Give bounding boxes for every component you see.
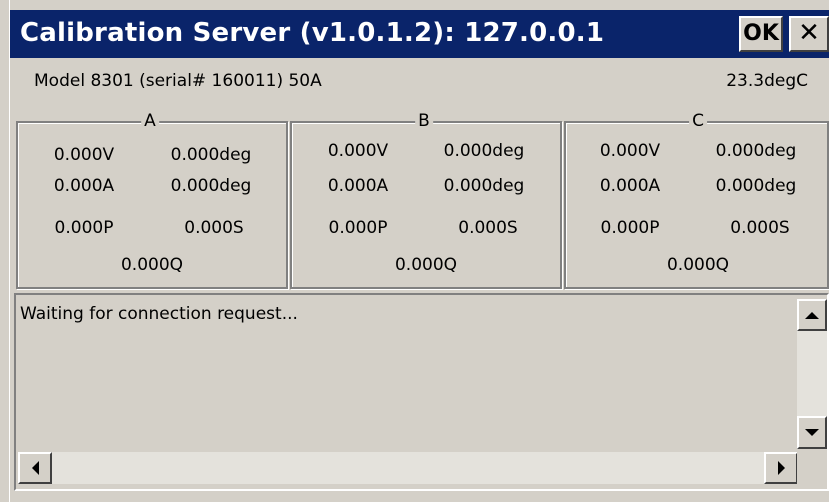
scroll-left-button[interactable]	[18, 452, 52, 484]
scroll-right-arrow-icon	[777, 461, 785, 475]
scroll-down-button[interactable]	[797, 416, 827, 449]
scroll-right-button[interactable]	[764, 452, 798, 484]
phase-a-label: A	[141, 111, 159, 131]
window-title: Calibration Server (v1.0.1.2): 127.0.0.1	[20, 18, 605, 48]
ok-button[interactable]: OK	[739, 16, 783, 52]
phase-a-current-angle: 0.000deg	[170, 176, 252, 196]
phase-c-power-p: 0.000P	[600, 218, 660, 238]
temperature-label: 23.3degC	[726, 71, 808, 91]
phase-b-current: 0.000A	[327, 176, 389, 196]
phase-c-power-q: 0.000Q	[666, 255, 730, 275]
scroll-up-arrow-icon	[805, 311, 819, 319]
scroll-up-button[interactable]	[797, 299, 827, 331]
phase-a-power-q: 0.000Q	[120, 255, 184, 275]
log-message: Waiting for connection request...	[20, 304, 298, 324]
phase-a-voltage-angle: 0.000deg	[170, 145, 252, 165]
phase-b-voltage-angle: 0.000deg	[443, 141, 525, 161]
window-left-frame	[0, 0, 10, 502]
model-label: Model 8301 (serial# 160011) 50A	[34, 71, 322, 91]
phase-b-label: B	[415, 111, 433, 131]
device-info-row: Model 8301 (serial# 160011) 50A 23.3degC	[10, 58, 829, 108]
phase-b-current-angle: 0.000deg	[443, 176, 525, 196]
log-textarea[interactable]: Waiting for connection request...	[14, 293, 829, 491]
phase-b-group: B 0.000V 0.000deg 0.000A 0.000deg 0.000P…	[290, 111, 562, 289]
phase-b-power-p: 0.000P	[328, 218, 388, 238]
phase-a-power-s: 0.000S	[184, 218, 244, 238]
vertical-scrollbar[interactable]	[797, 299, 827, 449]
phase-a-power-p: 0.000P	[54, 218, 114, 238]
phase-c-current-angle: 0.000deg	[715, 176, 797, 196]
scroll-left-arrow-icon	[31, 461, 39, 475]
scroll-corner	[797, 452, 827, 484]
phase-b-power-q: 0.000Q	[394, 255, 458, 275]
phase-c-group: C 0.000V 0.000deg 0.000A 0.000deg 0.000P…	[564, 111, 829, 289]
scroll-down-arrow-icon	[805, 429, 819, 436]
phase-b-power-s: 0.000S	[458, 218, 518, 238]
phase-a-voltage: 0.000V	[53, 145, 115, 165]
phase-c-current: 0.000A	[599, 176, 661, 196]
phase-b-voltage: 0.000V	[327, 141, 389, 161]
phase-c-label: C	[689, 111, 707, 131]
horizontal-scrollbar[interactable]	[18, 452, 798, 484]
close-button[interactable]: ✕	[789, 16, 829, 52]
phase-c-voltage-angle: 0.000deg	[715, 141, 797, 161]
calibration-server-window: Calibration Server (v1.0.1.2): 127.0.0.1…	[0, 0, 829, 502]
title-bar[interactable]: Calibration Server (v1.0.1.2): 127.0.0.1…	[10, 10, 829, 58]
phase-a-current: 0.000A	[53, 176, 115, 196]
phase-c-voltage: 0.000V	[599, 141, 661, 161]
phase-c-power-s: 0.000S	[730, 218, 790, 238]
phase-a-group: A 0.000V 0.000deg 0.000A 0.000deg 0.000P…	[16, 111, 288, 289]
